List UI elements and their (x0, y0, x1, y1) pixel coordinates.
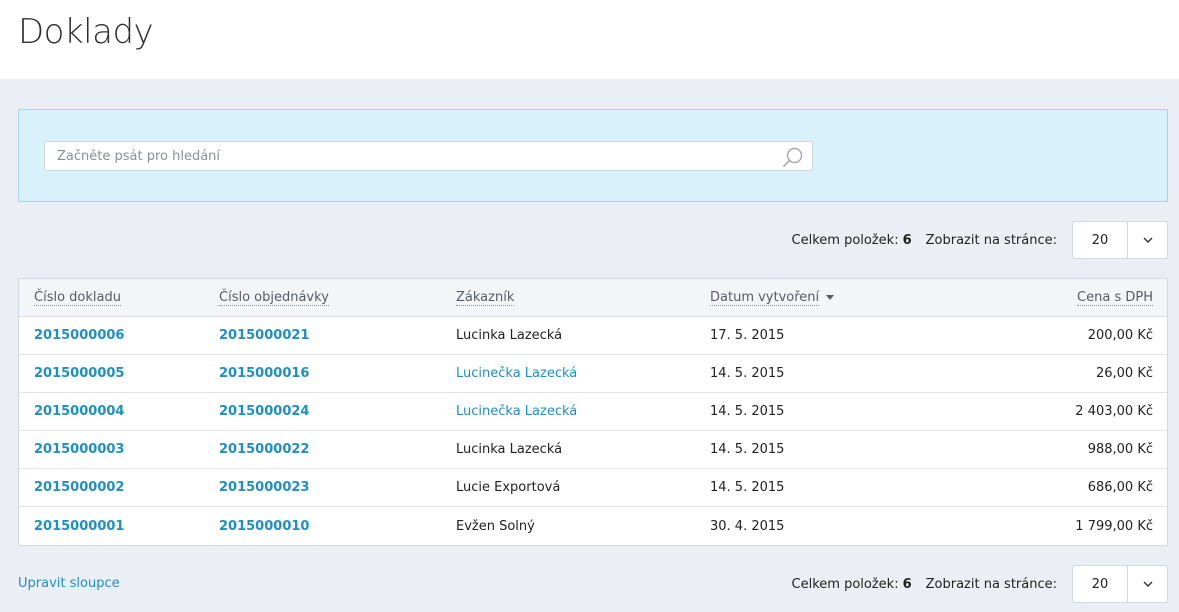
price-with-vat: 200,00 Kč (1087, 328, 1153, 343)
document-number-link[interactable]: 2015000006 (34, 328, 124, 343)
table-cell: 14. 5. 2015 (710, 404, 910, 419)
customer-name: Lucinka Lazecká (456, 328, 563, 343)
table-cell: 2015000010 (219, 519, 456, 534)
chevron-down-icon (1143, 237, 1152, 243)
search-panel (18, 109, 1168, 202)
table-cell: 26,00 Kč (910, 366, 1167, 381)
table-cell: 14. 5. 2015 (710, 442, 910, 457)
table-cell: 14. 5. 2015 (710, 480, 910, 495)
total-items-label: Celkem položek: (791, 576, 899, 592)
table-cell: 2015000004 (19, 404, 219, 419)
column-header-document-number[interactable]: Číslo dokladu (19, 290, 219, 306)
page-title: Doklady (18, 12, 154, 52)
page-header: Doklady (0, 0, 1179, 79)
per-page-label: Zobrazit na stránce: (925, 576, 1057, 592)
customer-link[interactable]: Lucinečka Lazecká (456, 404, 577, 419)
table-cell: Lucinečka Lazecká (456, 366, 710, 381)
date-created: 14. 5. 2015 (710, 480, 785, 495)
per-page-select[interactable]: 20 (1072, 565, 1168, 603)
price-with-vat: 988,00 Kč (1087, 442, 1153, 457)
table-cell: 30. 4. 2015 (710, 519, 910, 534)
per-page-value[interactable]: 20 (1073, 222, 1127, 258)
table-cell: Lucinka Lazecká (456, 328, 710, 343)
document-number-link[interactable]: 2015000002 (34, 480, 124, 495)
order-number-link[interactable]: 2015000023 (219, 480, 309, 495)
table-row: 2015000006 2015000021 Lucinka Lazecká 17. 5… (19, 317, 1167, 355)
column-header-price-with-vat[interactable]: Cena s DPH (910, 290, 1167, 306)
edit-columns-link[interactable]: Upravit sloupce (18, 576, 120, 591)
date-created: 14. 5. 2015 (710, 442, 785, 457)
date-created: 14. 5. 2015 (710, 366, 785, 381)
table-cell: 2015000016 (219, 366, 456, 381)
table-cell: 2015000001 (19, 519, 219, 534)
table-cell: Lucinka Lazecká (456, 442, 710, 457)
table-cell: Lucinečka Lazecká (456, 404, 710, 419)
price-with-vat: 1 799,00 Kč (1075, 518, 1153, 534)
customer-link[interactable]: Lucinečka Lazecká (456, 366, 577, 381)
order-number-link[interactable]: 2015000022 (219, 442, 309, 457)
search-box[interactable] (44, 141, 813, 171)
total-items-count: 6 (902, 576, 912, 592)
sort-desc-icon (826, 295, 835, 300)
pager-bottom: Celkem položek: 6 Zobrazit na stránce: 2… (792, 565, 1168, 603)
document-number-link[interactable]: 2015000005 (34, 366, 124, 381)
table-cell: 2015000022 (219, 442, 456, 457)
per-page-select[interactable]: 20 (1072, 221, 1168, 259)
column-header-customer[interactable]: Zákazník (456, 290, 710, 306)
date-created: 14. 5. 2015 (710, 404, 785, 419)
price-with-vat: 686,00 Kč (1087, 480, 1153, 495)
table-cell: 200,00 Kč (910, 328, 1167, 343)
document-number-link[interactable]: 2015000004 (34, 404, 124, 419)
column-header-date-created[interactable]: Datum vytvoření (710, 290, 910, 306)
order-number-link[interactable]: 2015000010 (219, 519, 309, 534)
customer-name: Lucie Exportová (456, 480, 561, 495)
table-cell: 2 403,00 Kč (910, 404, 1167, 419)
table-cell: 2015000006 (19, 328, 219, 343)
per-page-dropdown-button[interactable] (1127, 566, 1167, 602)
table-row: 2015000004 2015000024 Lucinečka Lazecká 14.… (19, 393, 1167, 431)
column-header-order-number[interactable]: Číslo objednávky (219, 290, 456, 306)
order-number-link[interactable]: 2015000021 (219, 328, 309, 343)
order-number-link[interactable]: 2015000024 (219, 404, 309, 419)
documents-table: Číslo dokladu Číslo objednávky Zákazník … (18, 278, 1168, 546)
table-header: Číslo dokladu Číslo objednávky Zákazník … (19, 279, 1167, 317)
table-row: 2015000003 2015000022 Lucinka Lazecká 14. 5… (19, 431, 1167, 469)
document-number-link[interactable]: 2015000003 (34, 442, 124, 457)
search-icon[interactable] (782, 146, 804, 168)
table-cell: Lucie Exportová (456, 480, 710, 495)
customer-name: Lucinka Lazecká (456, 442, 563, 457)
search-input[interactable] (45, 142, 765, 170)
price-with-vat: 26,00 Kč (1095, 366, 1153, 381)
chevron-down-icon (1143, 581, 1152, 587)
table-cell: 2015000024 (219, 404, 456, 419)
table-body: 2015000006 2015000021 Lucinka Lazecká 17. 5… (19, 317, 1167, 545)
table-cell: 2015000021 (219, 328, 456, 343)
total-items-count: 6 (902, 232, 912, 248)
total-items-label: Celkem položek: (791, 232, 899, 248)
pager-top: Celkem položek: 6 Zobrazit na stránce: 2… (792, 221, 1168, 259)
date-created: 17. 5. 2015 (710, 328, 785, 343)
per-page-dropdown-button[interactable] (1127, 222, 1167, 258)
per-page-label: Zobrazit na stránce: (925, 232, 1057, 248)
table-cell: 17. 5. 2015 (710, 328, 910, 343)
table-cell: 1 799,00 Kč (910, 519, 1167, 534)
table-row: 2015000001 2015000010 Evžen Solný 30. 4. 20… (19, 507, 1167, 545)
table-cell: 2015000003 (19, 442, 219, 457)
table-cell: 14. 5. 2015 (710, 366, 910, 381)
table-row: 2015000005 2015000016 Lucinečka Lazecká 14.… (19, 355, 1167, 393)
per-page-value[interactable]: 20 (1073, 566, 1127, 602)
table-cell: 2015000002 (19, 480, 219, 495)
table-row: 2015000002 2015000023 Lucie Exportová 14. 5… (19, 469, 1167, 507)
table-cell: 686,00 Kč (910, 480, 1167, 495)
table-cell: 2015000005 (19, 366, 219, 381)
date-created: 30. 4. 2015 (710, 518, 785, 534)
customer-name: Evžen Solný (456, 518, 535, 534)
order-number-link[interactable]: 2015000016 (219, 366, 309, 381)
table-cell: 2015000023 (219, 480, 456, 495)
table-cell: 988,00 Kč (910, 442, 1167, 457)
price-with-vat: 2 403,00 Kč (1075, 404, 1153, 419)
table-cell: Evžen Solný (456, 519, 710, 534)
document-number-link[interactable]: 2015000001 (34, 519, 124, 534)
